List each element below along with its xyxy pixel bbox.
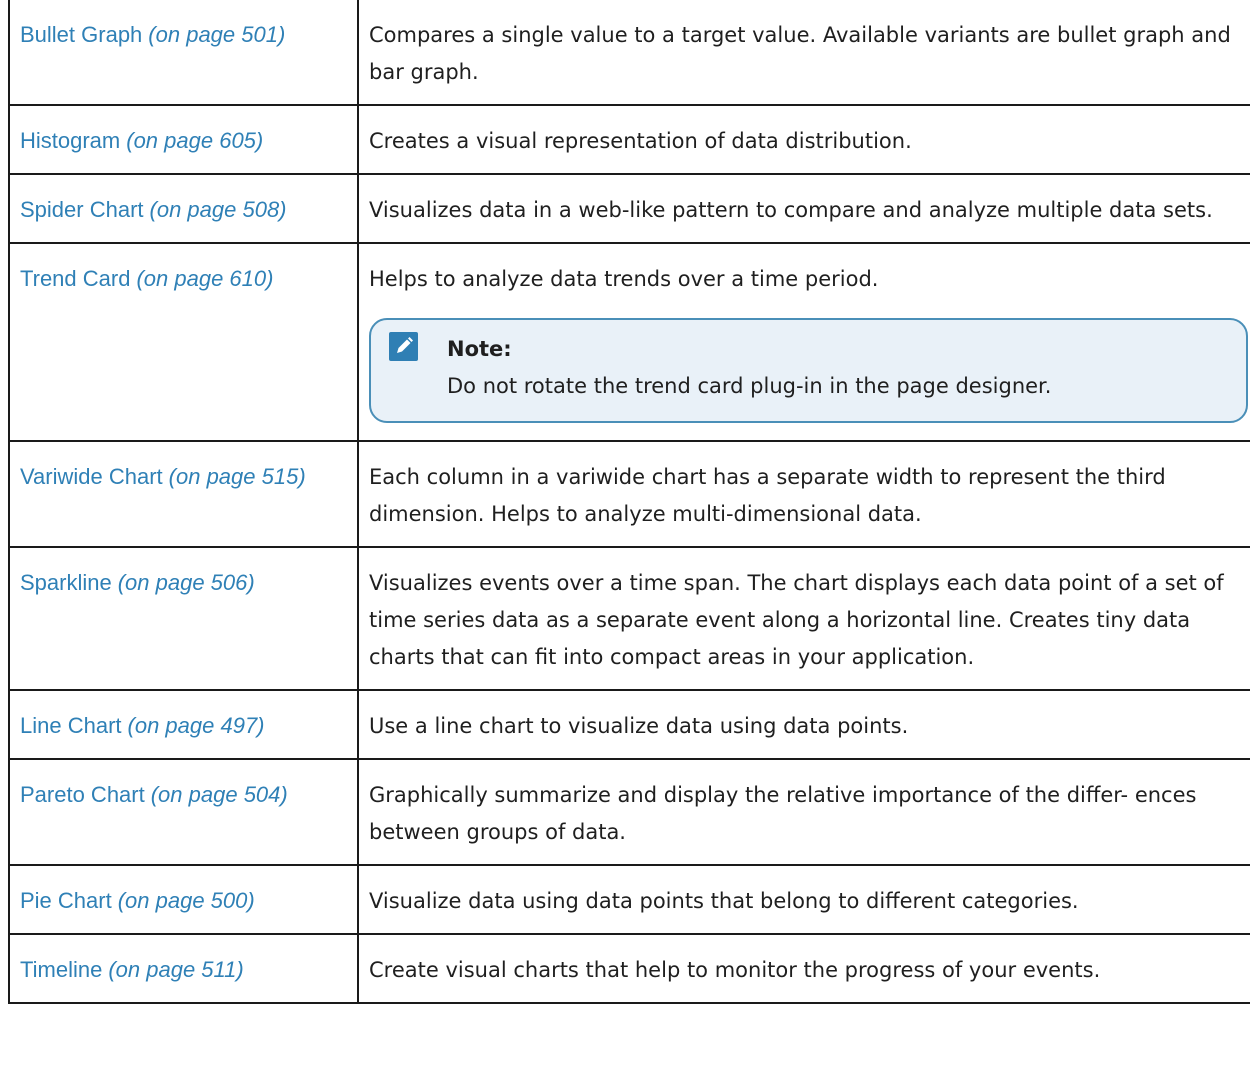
chart-description: Each column in a variwide chart has a se… [369,465,1166,526]
chart-types-table: Bullet Graph (on page 501) Compares a sin… [8,0,1250,1004]
chart-link-spider-chart[interactable]: Spider Chart (on page 508) [20,197,287,222]
page-reference: (on page 497) [127,713,265,738]
chart-name: Sparkline [20,570,112,595]
chart-name-cell: Pareto Chart (on page 504) [8,758,359,866]
chart-link-trend-card[interactable]: Trend Card (on page 610) [20,266,273,291]
chart-link-pie-chart[interactable]: Pie Chart (on page 500) [20,888,255,913]
chart-link-histogram[interactable]: Histogram (on page 605) [20,128,263,153]
chart-name-cell: Variwide Chart (on page 515) [8,440,359,548]
chart-link-variwide-chart[interactable]: Variwide Chart (on page 515) [20,464,306,489]
chart-description-cell: Create visual charts that help to monito… [357,933,1250,1004]
chart-name-cell: Spider Chart (on page 508) [8,173,359,244]
page-reference: (on page 610) [136,266,274,291]
chart-description-cell: Creates a visual representation of data … [357,104,1250,175]
table-row: Bullet Graph (on page 501) Compares a sin… [8,0,1250,106]
chart-name: Variwide Chart [20,464,163,489]
table-row: Line Chart (on page 497) Use a line chart… [8,689,1250,760]
chart-name: Line Chart [20,713,122,738]
chart-name: Timeline [20,957,103,982]
chart-description: Visualizes data in a web-like pattern to… [369,198,1213,222]
page-reference: (on page 500) [117,888,255,913]
chart-name: Spider Chart [20,197,144,222]
chart-link-pareto-chart[interactable]: Pareto Chart (on page 504) [20,782,288,807]
note-callout: Note: Do not rotate the trend card plug-… [369,318,1248,423]
page-reference: (on page 605) [126,128,264,153]
chart-name-cell: Pie Chart (on page 500) [8,864,359,935]
chart-description: Helps to analyze data trends over a time… [369,267,879,291]
note-title: Note: [447,337,512,361]
chart-link-bullet-graph[interactable]: Bullet Graph (on page 501) [20,22,285,47]
chart-name-cell: Trend Card (on page 610) [8,242,359,442]
chart-name-cell: Sparkline (on page 506) [8,546,359,691]
chart-name: Pie Chart [20,888,112,913]
chart-name: Bullet Graph [20,22,143,47]
table-row: Timeline (on page 511) Create visual char… [8,933,1250,1004]
chart-link-line-chart[interactable]: Line Chart (on page 497) [20,713,265,738]
chart-description-cell: Helps to analyze data trends over a time… [357,242,1250,442]
chart-link-timeline[interactable]: Timeline (on page 511) [20,957,244,982]
chart-description-cell: Graphically summarize and display the re… [357,758,1250,866]
chart-description-cell: Visualize data using data points that be… [357,864,1250,935]
table-row: Pareto Chart (on page 504) Graphically su… [8,758,1250,866]
chart-description: Compares a single value to a target valu… [369,23,1231,84]
chart-description: Creates a visual representation of data … [369,129,912,153]
chart-description-cell: Use a line chart to visualize data using… [357,689,1250,760]
note-body: Note: Do not rotate the trend card plug-… [447,330,1230,405]
table-row: Pie Chart (on page 500) Visualize data us… [8,864,1250,935]
table-row: Variwide Chart (on page 515) Each column … [8,440,1250,548]
table-row: Spider Chart (on page 508) Visualizes dat… [8,173,1250,244]
table-row: Trend Card (on page 610) Helps to analyze… [8,242,1250,442]
chart-description-cell: Each column in a variwide chart has a se… [357,440,1250,548]
pencil-icon [389,332,418,361]
table-row: Sparkline (on page 506) Visualizes events… [8,546,1250,691]
chart-name-cell: Histogram (on page 605) [8,104,359,175]
chart-description: Use a line chart to visualize data using… [369,714,909,738]
chart-name-cell: Bullet Graph (on page 501) [8,0,359,106]
chart-name: Trend Card [20,266,131,291]
chart-description-cell: Compares a single value to a target valu… [357,0,1250,106]
chart-description: Create visual charts that help to monito… [369,958,1101,982]
page-reference: (on page 511) [108,957,244,982]
page-reference: (on page 508) [149,197,287,222]
chart-name-cell: Timeline (on page 511) [8,933,359,1004]
chart-description: Visualizes events over a time span. The … [369,571,1224,669]
chart-description: Visualize data using data points that be… [369,889,1079,913]
chart-name-cell: Line Chart (on page 497) [8,689,359,760]
page-reference: (on page 504) [150,782,288,807]
page-reference: (on page 515) [168,464,306,489]
chart-name: Pareto Chart [20,782,145,807]
page-reference: (on page 506) [117,570,255,595]
chart-description: Graphically summarize and display the re… [369,783,1197,844]
chart-name: Histogram [20,128,121,153]
chart-link-sparkline[interactable]: Sparkline (on page 506) [20,570,255,595]
chart-description-cell: Visualizes events over a time span. The … [357,546,1250,691]
chart-description-cell: Visualizes data in a web-like pattern to… [357,173,1250,244]
note-text: Do not rotate the trend card plug-in in … [447,374,1052,398]
page-reference: (on page 501) [148,22,286,47]
table-row: Histogram (on page 605) Creates a visual … [8,104,1250,175]
